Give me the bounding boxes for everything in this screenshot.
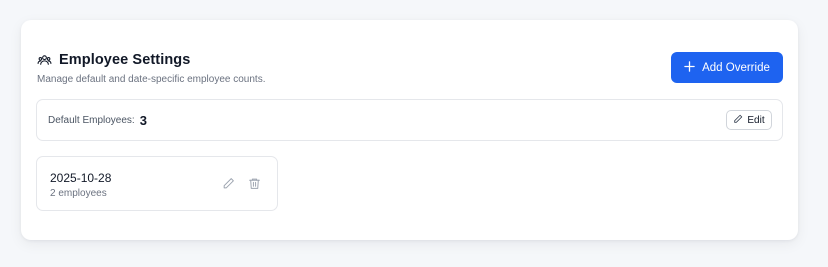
page-title: Employee Settings	[59, 52, 191, 68]
users-icon	[37, 53, 52, 67]
default-employees-value: 3	[139, 112, 147, 128]
edit-label: Edit	[747, 114, 765, 126]
default-employees-label: Default Employees:	[48, 114, 135, 126]
title-row: Employee Settings	[37, 52, 265, 68]
trash-icon[interactable]	[248, 177, 262, 191]
override-date: 2025-10-28	[50, 171, 112, 185]
override-card: 2025-10-28 2 employees	[36, 156, 278, 211]
default-employees-row: Default Employees: 3 Edit	[36, 99, 783, 141]
header: Employee Settings Manage default and dat…	[37, 52, 265, 85]
employee-settings-card: Employee Settings Manage default and dat…	[21, 20, 798, 240]
page-subtitle: Manage default and date-specific employe…	[37, 74, 266, 85]
edit-default-button[interactable]: Edit	[726, 110, 772, 130]
add-override-button[interactable]: Add Override	[671, 52, 783, 83]
pencil-icon	[733, 114, 743, 127]
pencil-icon[interactable]	[222, 177, 236, 191]
add-override-label: Add Override	[702, 61, 770, 74]
override-count: 2 employees	[50, 188, 107, 199]
plus-icon	[684, 60, 695, 75]
